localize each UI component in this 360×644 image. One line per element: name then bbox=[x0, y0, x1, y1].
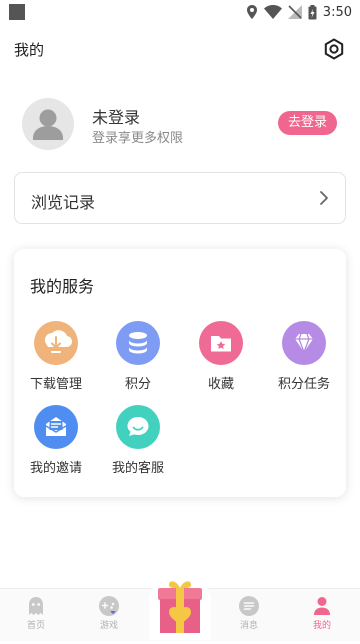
nav-label: 首页 bbox=[26, 621, 45, 631]
location-icon bbox=[246, 5, 257, 19]
chevron-right-icon bbox=[320, 191, 328, 205]
nav-gift[interactable] bbox=[149, 572, 211, 640]
status-time: 3:50 bbox=[322, 4, 352, 20]
service-label: 下载管理 bbox=[29, 377, 82, 392]
service-points-tasks[interactable]: 积分任务 bbox=[264, 321, 344, 392]
browsing-history-label: 浏览记录 bbox=[31, 193, 96, 212]
status-icons: 3:50 bbox=[246, 4, 352, 20]
nav-mine[interactable]: 我的 bbox=[292, 595, 352, 631]
services-card: 我的服务 下载管理 积分 收藏 积分任务 我的邀请 我的客服 bbox=[14, 249, 346, 497]
battery-icon bbox=[308, 4, 317, 19]
service-customer-support[interactable]: 我的客服 bbox=[98, 405, 178, 476]
service-label: 收藏 bbox=[207, 377, 234, 392]
ghost-icon bbox=[29, 597, 43, 615]
notification-icon bbox=[9, 4, 25, 20]
nav-label: 消息 bbox=[239, 621, 258, 631]
service-label: 积分 bbox=[124, 377, 151, 392]
status-bar: 3:50 bbox=[0, 0, 360, 24]
username: 未登录 bbox=[92, 108, 141, 127]
login-button[interactable]: 去登录 bbox=[278, 111, 337, 135]
page-title: 我的 bbox=[14, 41, 45, 59]
settings-icon[interactable] bbox=[322, 37, 346, 61]
mail-icon bbox=[34, 405, 78, 449]
nav-home[interactable]: 首页 bbox=[6, 595, 66, 631]
service-favorites[interactable]: 收藏 bbox=[181, 321, 261, 392]
download-icon bbox=[34, 321, 78, 365]
message-icon bbox=[239, 596, 259, 616]
nav-label: 游戏 bbox=[99, 621, 118, 631]
service-label: 积分任务 bbox=[277, 377, 330, 392]
coins-icon bbox=[116, 321, 160, 365]
no-signal-icon bbox=[287, 5, 302, 19]
service-points[interactable]: 积分 bbox=[98, 321, 178, 392]
nav-messages[interactable]: 消息 bbox=[219, 595, 279, 631]
browsing-history-row[interactable]: 浏览记录 bbox=[14, 172, 346, 224]
person-icon bbox=[314, 597, 330, 615]
avatar[interactable] bbox=[22, 98, 74, 150]
service-label: 我的邀请 bbox=[29, 461, 82, 476]
service-my-invitations[interactable]: 我的邀请 bbox=[16, 405, 96, 476]
services-title: 我的服务 bbox=[30, 277, 95, 296]
gift-icon bbox=[158, 581, 202, 633]
chat-icon bbox=[116, 405, 160, 449]
default-avatar-icon bbox=[33, 109, 63, 140]
nav-games[interactable]: 游戏 bbox=[79, 595, 139, 631]
gamepad-icon bbox=[99, 596, 119, 616]
service-label: 我的客服 bbox=[111, 461, 164, 476]
service-download-manager[interactable]: 下载管理 bbox=[16, 321, 96, 392]
nav-label: 我的 bbox=[312, 621, 331, 631]
diamond-icon bbox=[282, 321, 326, 365]
wifi-icon bbox=[263, 5, 282, 19]
favorite-folder-icon bbox=[199, 321, 243, 365]
login-hint: 登录享更多权限 bbox=[92, 131, 184, 146]
